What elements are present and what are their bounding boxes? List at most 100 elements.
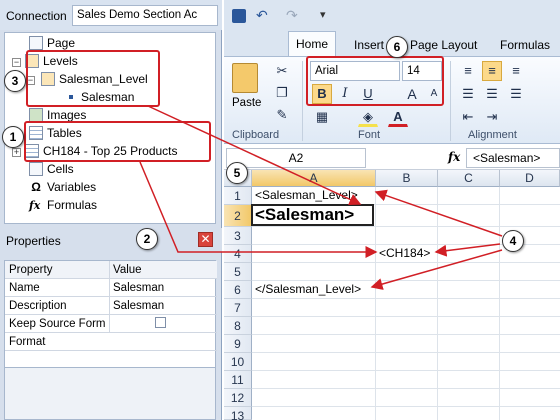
tree-item-label: Page: [47, 36, 76, 50]
connection-select[interactable]: Sales Demo Section Ac: [72, 5, 218, 26]
property-row[interactable]: Keep Source Format: [5, 315, 217, 333]
row-header[interactable]: 10: [224, 353, 252, 371]
column-header-d[interactable]: D: [500, 170, 560, 187]
gridline: [252, 262, 560, 263]
row-header[interactable]: 4: [224, 245, 252, 263]
tab-formulas[interactable]: Formulas: [500, 38, 550, 52]
property-row[interactable]: Format: [5, 333, 217, 351]
properties-empty-area: [4, 368, 216, 420]
tree-item-cells[interactable]: Cells: [29, 160, 74, 178]
gridline: [252, 298, 560, 299]
align-right-icon[interactable]: ☰: [506, 84, 526, 104]
group-label-font: Font: [358, 129, 381, 141]
align-center-icon[interactable]: ☰: [482, 84, 502, 104]
row-header[interactable]: 12: [224, 389, 252, 407]
copy-icon[interactable]: ❐: [272, 83, 292, 103]
property-value[interactable]: [109, 315, 213, 333]
cell-b4[interactable]: <CH184>: [379, 244, 430, 262]
column-header-c[interactable]: C: [438, 170, 500, 187]
cells-icon: [29, 162, 43, 176]
tab-home[interactable]: Home: [288, 31, 336, 57]
borders-icon[interactable]: ▦: [312, 107, 332, 127]
gridline: [375, 187, 376, 420]
row-header[interactable]: 2: [224, 205, 252, 227]
callout-2: 2: [136, 228, 158, 250]
quick-access-toolbar: ↶ ↷ ▾: [224, 0, 560, 32]
decrease-indent-icon[interactable]: ⇤: [458, 107, 478, 127]
fill-color-icon[interactable]: ◈: [358, 107, 378, 127]
row-header[interactable]: 3: [224, 227, 252, 245]
cut-icon[interactable]: ✂: [272, 61, 292, 81]
property-name: Format: [9, 336, 46, 348]
column-header-a[interactable]: A: [252, 170, 376, 187]
cell-a2-selected[interactable]: <Salesman>: [251, 204, 374, 226]
property-value[interactable]: Salesman: [109, 279, 213, 297]
row-header[interactable]: 5: [224, 263, 252, 281]
property-row[interactable]: Description Salesman: [5, 297, 217, 315]
highlight-levels: [26, 50, 160, 107]
group-divider: [302, 61, 303, 141]
name-box[interactable]: A2: [226, 148, 366, 168]
cell-a6[interactable]: </Salesman_Level>: [255, 280, 361, 298]
format-painter-icon[interactable]: ✎: [272, 105, 292, 125]
tab-insert[interactable]: Insert: [354, 38, 384, 52]
column-header-b[interactable]: B: [376, 170, 438, 187]
paste-button[interactable]: Paste: [232, 97, 261, 109]
callout-5: 5: [226, 162, 248, 184]
tab-page-layout[interactable]: Page Layout: [410, 38, 477, 52]
redo-icon[interactable]: ↷: [286, 7, 298, 24]
expand-icon[interactable]: +: [12, 148, 21, 157]
row-header[interactable]: 13: [224, 407, 252, 420]
formula-input[interactable]: <Salesman>: [466, 148, 560, 168]
gridline: [252, 334, 560, 335]
cell-a2: <Salesman>: [255, 205, 355, 224]
group-label-clipboard: Clipboard: [232, 129, 280, 141]
save-icon[interactable]: [232, 9, 246, 23]
gridline: [252, 352, 560, 353]
paste-icon[interactable]: [232, 63, 258, 93]
tree-item-label: Variables: [47, 180, 97, 194]
close-icon[interactable]: ✕: [198, 232, 213, 247]
group-divider: [450, 61, 451, 141]
properties-header-row: Property Value: [5, 261, 217, 279]
gridline: [499, 187, 500, 420]
row-header[interactable]: 8: [224, 317, 252, 335]
font-color-icon[interactable]: A: [388, 107, 408, 127]
customize-qat-icon[interactable]: ▾: [320, 8, 326, 21]
row-header[interactable]: 7: [224, 299, 252, 317]
row-header[interactable]: 6: [224, 281, 252, 299]
fx-icon: fx: [29, 199, 41, 212]
tree-item-formulas[interactable]: fx Formulas: [29, 196, 97, 214]
tree-item-label: Images: [47, 108, 87, 122]
properties-grid: Property Value Name Salesman Description…: [4, 260, 217, 368]
tree-item-variables[interactable]: Ω Variables: [29, 178, 96, 196]
align-top-icon[interactable]: ≡: [458, 61, 478, 81]
gridline: [437, 187, 438, 420]
undo-icon[interactable]: ↶: [256, 7, 268, 24]
row-header[interactable]: 11: [224, 371, 252, 389]
connection-label: Connection: [6, 9, 67, 23]
tree-item-label: Cells: [47, 162, 74, 176]
column-header-value: Value: [109, 261, 213, 279]
keep-source-format-checkbox[interactable]: [155, 317, 166, 328]
align-middle-icon[interactable]: ≡: [482, 61, 502, 81]
cell-a1[interactable]: <Salesman_Level>: [255, 186, 358, 204]
increase-indent-icon[interactable]: ⇥: [482, 107, 502, 127]
highlight-tables: [24, 121, 211, 162]
align-bottom-icon[interactable]: ≡: [506, 61, 526, 81]
callout-3: 3: [4, 70, 26, 92]
gridline: [252, 388, 560, 389]
row-header[interactable]: 1: [224, 187, 252, 205]
column-header-property: Property: [9, 264, 53, 276]
property-value[interactable]: Salesman: [109, 297, 213, 315]
row-header[interactable]: 9: [224, 335, 252, 353]
callout-1: 1: [2, 126, 24, 148]
align-left-icon[interactable]: ☰: [458, 84, 478, 104]
property-row[interactable]: Name Salesman: [5, 279, 217, 297]
property-name: Name: [9, 282, 40, 294]
gridline: [252, 370, 560, 371]
image-icon: [29, 108, 43, 122]
collapse-icon[interactable]: −: [12, 58, 21, 67]
highlight-font: [306, 56, 444, 106]
fx-icon[interactable]: fx: [448, 150, 460, 164]
